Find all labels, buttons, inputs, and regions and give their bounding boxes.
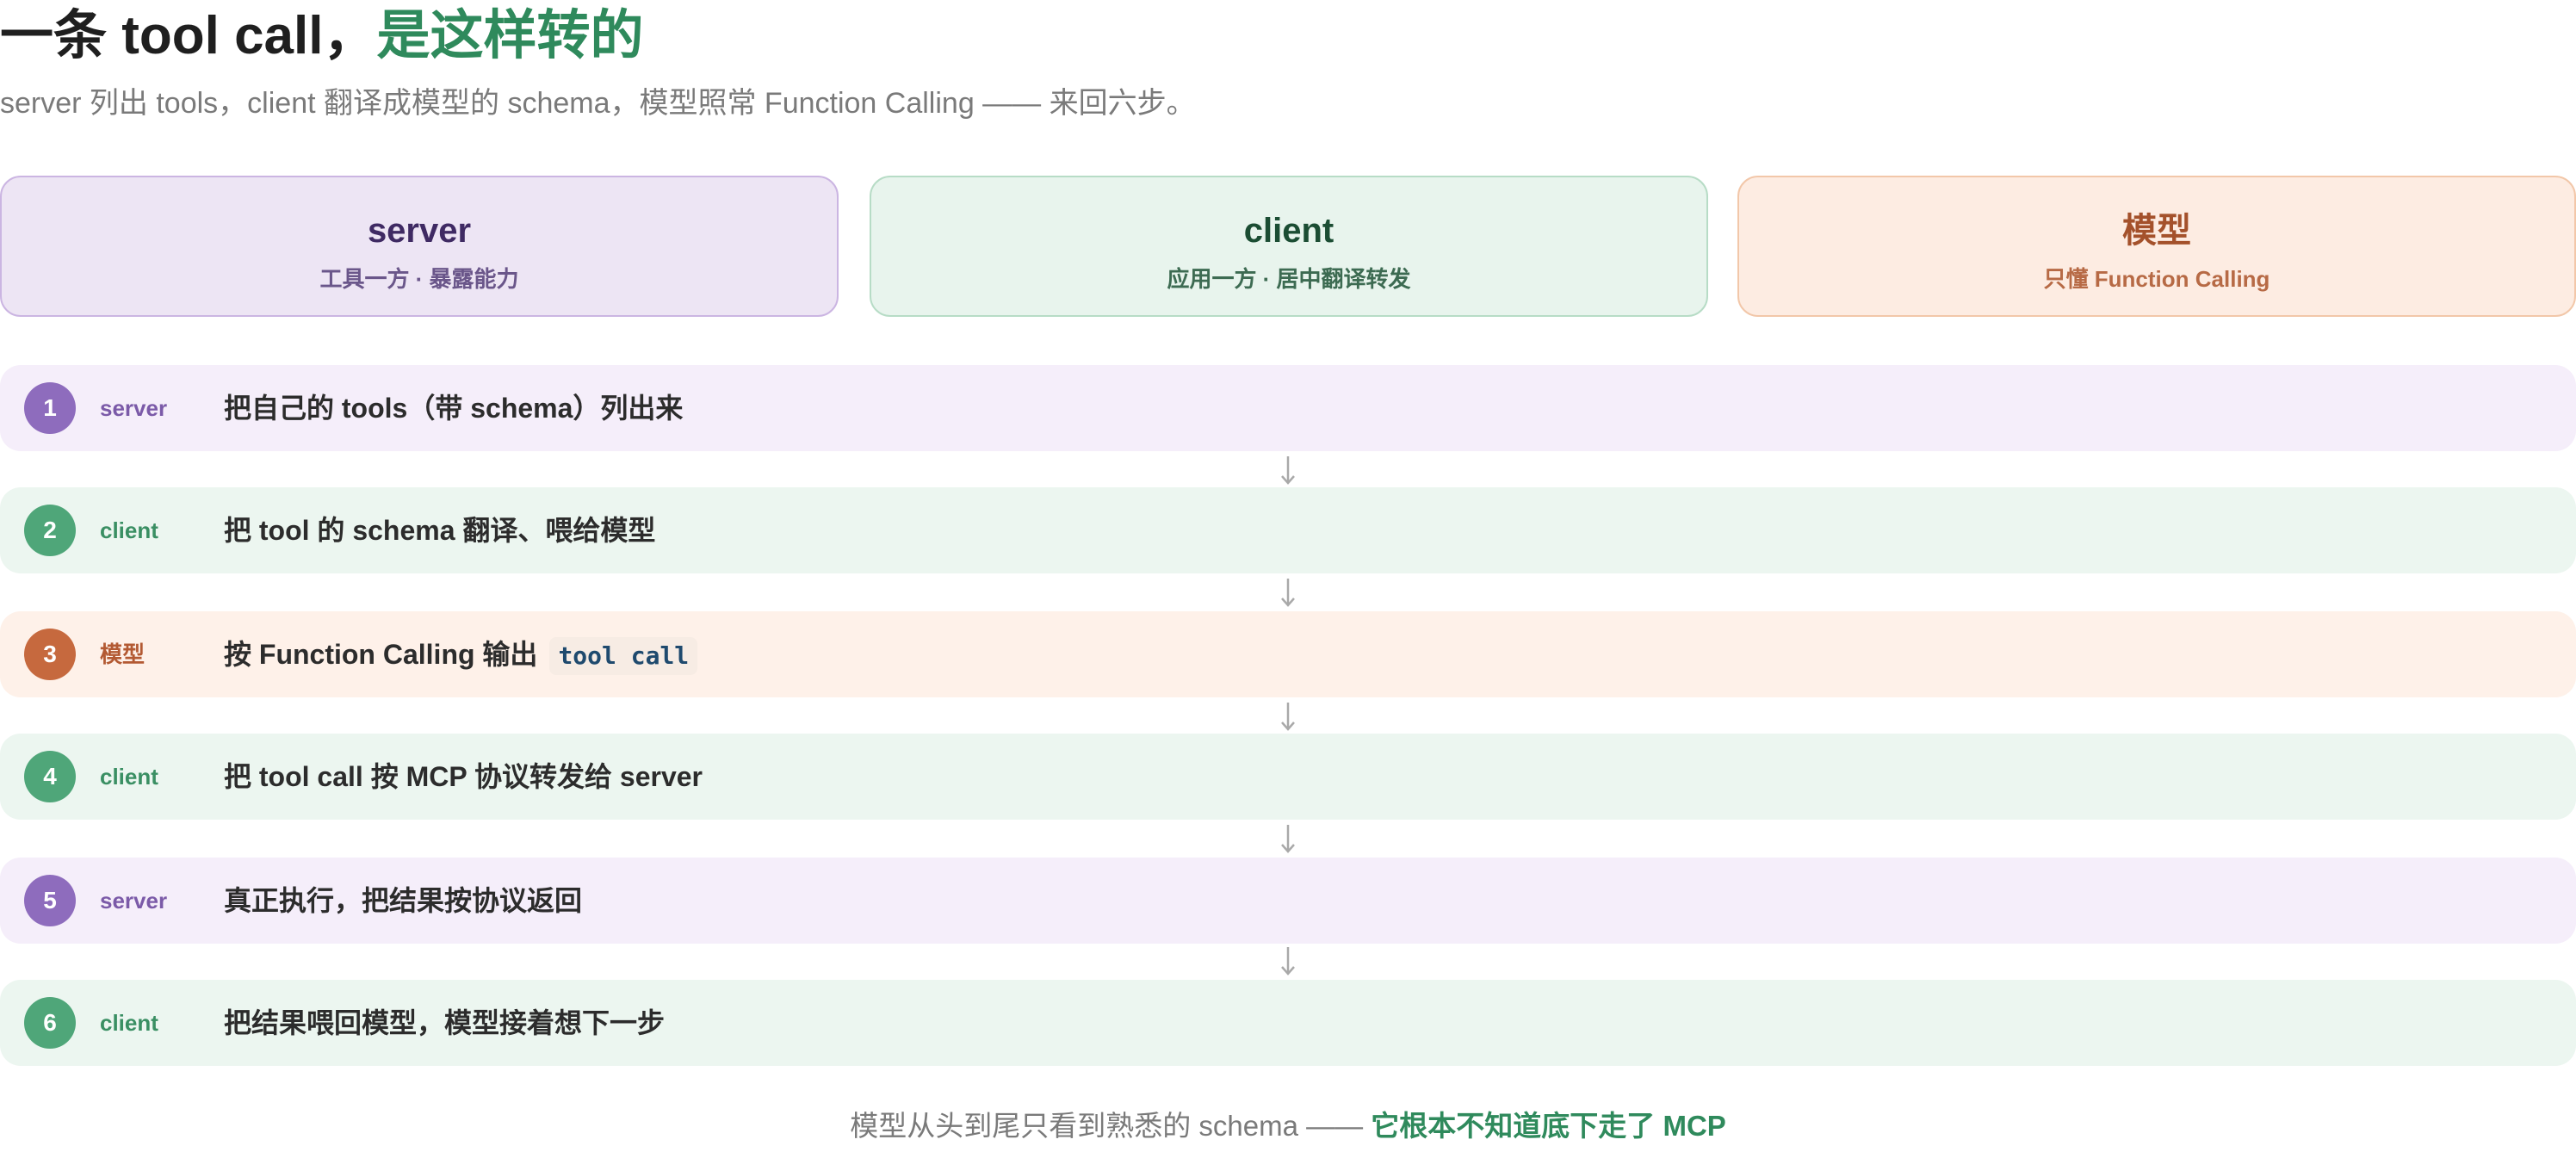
step-row-4: 4 client 把 tool call 按 MCP 协议转发给 server: [0, 734, 2576, 820]
step-actor-label: server: [100, 888, 168, 914]
actor-name: client: [1243, 212, 1334, 250]
down-arrow-icon: [1281, 947, 1295, 975]
step-description: 把 tool call 按 MCP 协议转发给 server: [224, 761, 703, 792]
actor-name: server: [367, 212, 472, 250]
page-title: 一条 tool call，是这样转的: [0, 2, 644, 71]
step-row-2: 2 client 把 tool 的 schema 翻译、喂给模型: [0, 487, 2576, 573]
step-actor-label: client: [100, 517, 158, 543]
actor-name: 模型: [2122, 212, 2191, 250]
step-actor-label: client: [100, 1010, 158, 1036]
down-arrow-icon: [1281, 703, 1295, 731]
step-text: 按 Function Calling 输出: [224, 639, 538, 670]
page-subtitle: server 列出 tools，client 翻译成模型的 schema，模型照…: [0, 87, 1196, 120]
actor-description: 应用一方 · 居中翻译转发: [1167, 266, 1411, 292]
actor-description: 只懂 Function Calling: [2043, 266, 2270, 292]
step-actor-label: server: [100, 395, 168, 421]
title-accent: 是这样转的: [376, 6, 644, 65]
actor-card-model: 模型 只懂 Function Calling: [1737, 176, 2576, 317]
actor-card-server: server 工具一方 · 暴露能力: [0, 176, 839, 317]
step-description: 按 Function Calling 输出 tool call: [224, 634, 698, 675]
step-number-badge: 2: [24, 505, 76, 556]
step-number-badge: 5: [24, 875, 76, 926]
actor-legend: server 工具一方 · 暴露能力 client 应用一方 · 居中翻译转发 …: [0, 176, 2576, 319]
step-number-badge: 6: [24, 997, 76, 1049]
down-arrow-icon: [1281, 825, 1295, 853]
step-row-3: 3 模型 按 Function Calling 输出 tool call: [0, 611, 2576, 697]
step-description: 把自己的 tools（带 schema）列出来: [224, 393, 684, 424]
footer-emphasis: 它根本不知道底下走了 MCP: [1371, 1110, 1726, 1142]
step-row-5: 5 server 真正执行，把结果按协议返回: [0, 858, 2576, 944]
step-number-badge: 4: [24, 751, 76, 802]
page: 一条 tool call，是这样转的 server 列出 tools，clien…: [0, 0, 2576, 1152]
step-row-1: 1 server 把自己的 tools（带 schema）列出来: [0, 365, 2576, 451]
step-number-badge: 3: [24, 629, 76, 680]
footer-plain: 模型从头到尾只看到熟悉的 schema ——: [850, 1110, 1372, 1142]
actor-description: 工具一方 · 暴露能力: [319, 266, 519, 292]
footer-note: 模型从头到尾只看到熟悉的 schema —— 它根本不知道底下走了 MCP: [0, 1106, 2576, 1147]
step-description: 把 tool 的 schema 翻译、喂给模型: [224, 515, 656, 546]
step-actor-label: 模型: [100, 641, 146, 667]
step-number-badge: 1: [24, 382, 76, 434]
title-prefix: 一条 tool call，: [0, 6, 377, 65]
step-row-6: 6 client 把结果喂回模型，模型接着想下一步: [0, 980, 2576, 1066]
actor-card-client: client 应用一方 · 居中翻译转发: [870, 176, 1708, 317]
down-arrow-icon: [1281, 456, 1295, 485]
down-arrow-icon: [1281, 579, 1295, 607]
step-description: 把结果喂回模型，模型接着想下一步: [224, 1007, 666, 1038]
step-description: 真正执行，把结果按协议返回: [224, 885, 583, 916]
code-snippet: tool call: [549, 637, 698, 675]
step-actor-label: client: [100, 764, 158, 790]
